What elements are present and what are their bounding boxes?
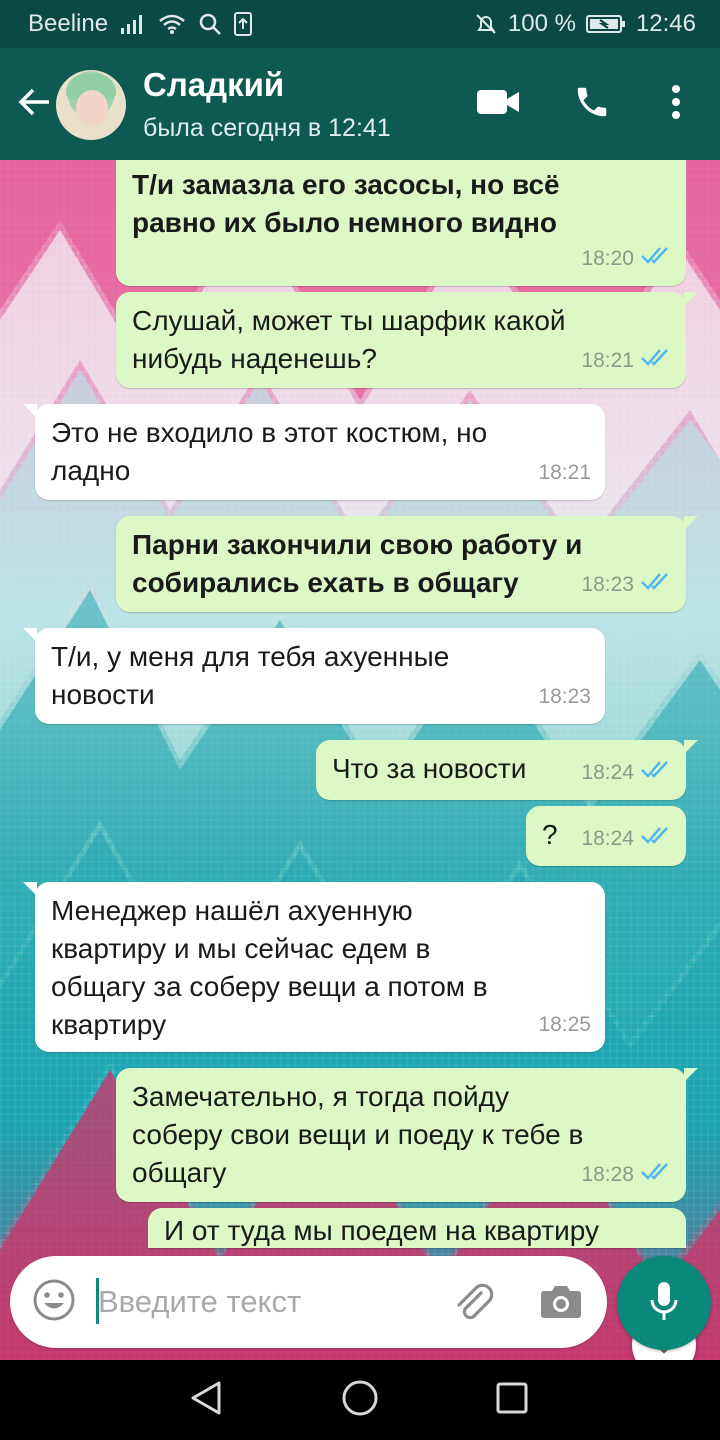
contact-name[interactable]: Сладкий [143,66,284,104]
microphone-icon [649,1280,679,1327]
message-meta: 18:23 [538,678,591,716]
bubble-tail [684,1208,686,1222]
back-button[interactable] [10,78,58,130]
wifi-icon [158,13,186,35]
square-recents-icon [495,1381,529,1420]
emoji-button[interactable] [30,1278,78,1326]
video-call-button[interactable] [470,78,526,130]
chat-header: Сладкий была сегодня в 12:41 [0,48,720,160]
read-receipt-icon [640,240,672,278]
nav-back-button[interactable] [184,1378,228,1422]
outgoing-message[interactable]: Слушай, может ты шарфик какой нибудь над… [116,292,698,388]
outgoing-message[interactable]: Парни закончили свою работу и собирались… [116,516,698,612]
message-meta: 18:24 [581,754,672,792]
message-text: Т/и, у меня для тебя ахуенные новости [51,641,450,710]
bubble-tail [23,404,37,418]
system-nav-bar [0,1360,720,1440]
voice-message-button[interactable] [617,1256,711,1350]
message-time: 18:20 [581,247,634,270]
status-bar: Beeline 100 % 12:46 [0,0,720,48]
triangle-back-icon [189,1380,223,1421]
nav-home-button[interactable] [338,1378,382,1422]
message-time: 18:21 [538,461,591,484]
incoming-message[interactable]: Т/и, у меня для тебя ахуенные новости 18:… [23,628,605,724]
bubble-tail [684,292,698,306]
read-receipt-icon [640,820,672,858]
more-vertical-icon [671,84,681,125]
message-input[interactable] [98,1276,418,1328]
battery-icon [585,13,626,35]
message-meta: 18:21 [538,454,591,492]
battery-percent: 100 % [507,10,576,37]
message-meta: 18:21 [581,342,672,380]
circle-home-icon [341,1379,379,1422]
read-receipt-icon [640,342,672,380]
mute-bell-icon [474,12,498,36]
message-time: 18:24 [581,827,634,850]
nav-recents-button[interactable] [490,1378,534,1422]
bubble-tail [684,1068,698,1082]
message-time: 18:23 [581,573,634,596]
phone-icon [573,83,611,126]
message-time: 18:21 [581,349,634,372]
arrow-left-icon [17,87,51,122]
message-meta: 18:20 [581,240,672,278]
incoming-message[interactable]: Менеджер нашёл ахуенную квартиру и мы се… [23,882,605,1052]
bubble-tail [684,516,698,530]
message-meta: 18:24 [581,820,672,858]
message-time: 18:25 [538,1013,591,1036]
message-time: 18:23 [538,685,591,708]
incoming-message[interactable]: Это не входило в этот костюм, но ладно 18… [23,404,605,500]
read-receipt-icon [640,1156,672,1194]
message-time: 18:24 [581,761,634,784]
upload-icon [234,12,253,36]
outgoing-message[interactable]: И от туда мы поедем на квартиру [148,1208,686,1248]
message-text: И от туда мы поедем на квартиру [164,1215,600,1246]
clock: 12:46 [635,10,696,37]
bubble-tail [684,740,698,754]
carrier-label: Beeline [28,10,109,37]
outgoing-message[interactable]: Что за новости 18:24 [316,740,698,800]
message-meta: 18:28 [581,1156,672,1194]
emoji-icon [32,1278,76,1327]
message-composer [10,1256,607,1348]
message-meta: 18:23 [581,566,672,604]
message-meta: 18:25 [538,1006,591,1044]
more-options-button[interactable] [656,78,696,130]
read-receipt-icon [640,566,672,604]
camera-button[interactable] [536,1278,586,1328]
search-icon [198,12,222,36]
outgoing-message[interactable]: Замечательно, я тогда пойду соберу свои … [116,1068,698,1202]
paperclip-icon [451,1279,495,1328]
bubble-tail [23,882,37,896]
outgoing-message[interactable]: Т/и замазла его засосы, но всё равно их … [116,160,686,286]
outgoing-message[interactable]: ? 18:24 [526,806,686,866]
signal-icon [120,13,146,35]
bubble-tail [23,628,37,642]
video-camera-icon [476,88,520,121]
message-text: Это не входило в этот костюм, но ладно [51,417,488,486]
camera-icon [540,1283,582,1324]
attach-button[interactable] [448,1278,498,1328]
message-text: Менеджер нашёл ахуенную квартиру и мы се… [51,895,488,1040]
message-time: 18:28 [581,1163,634,1186]
contact-avatar[interactable] [56,70,126,140]
voice-call-button[interactable] [566,78,618,130]
read-receipt-icon [640,754,672,792]
last-seen-status: была сегодня в 12:41 [143,114,391,142]
message-text: Т/и замазла его засосы, но всё равно их … [132,169,560,238]
chat-area[interactable]: Т/и замазла его засосы, но всё равно их … [0,160,720,1360]
